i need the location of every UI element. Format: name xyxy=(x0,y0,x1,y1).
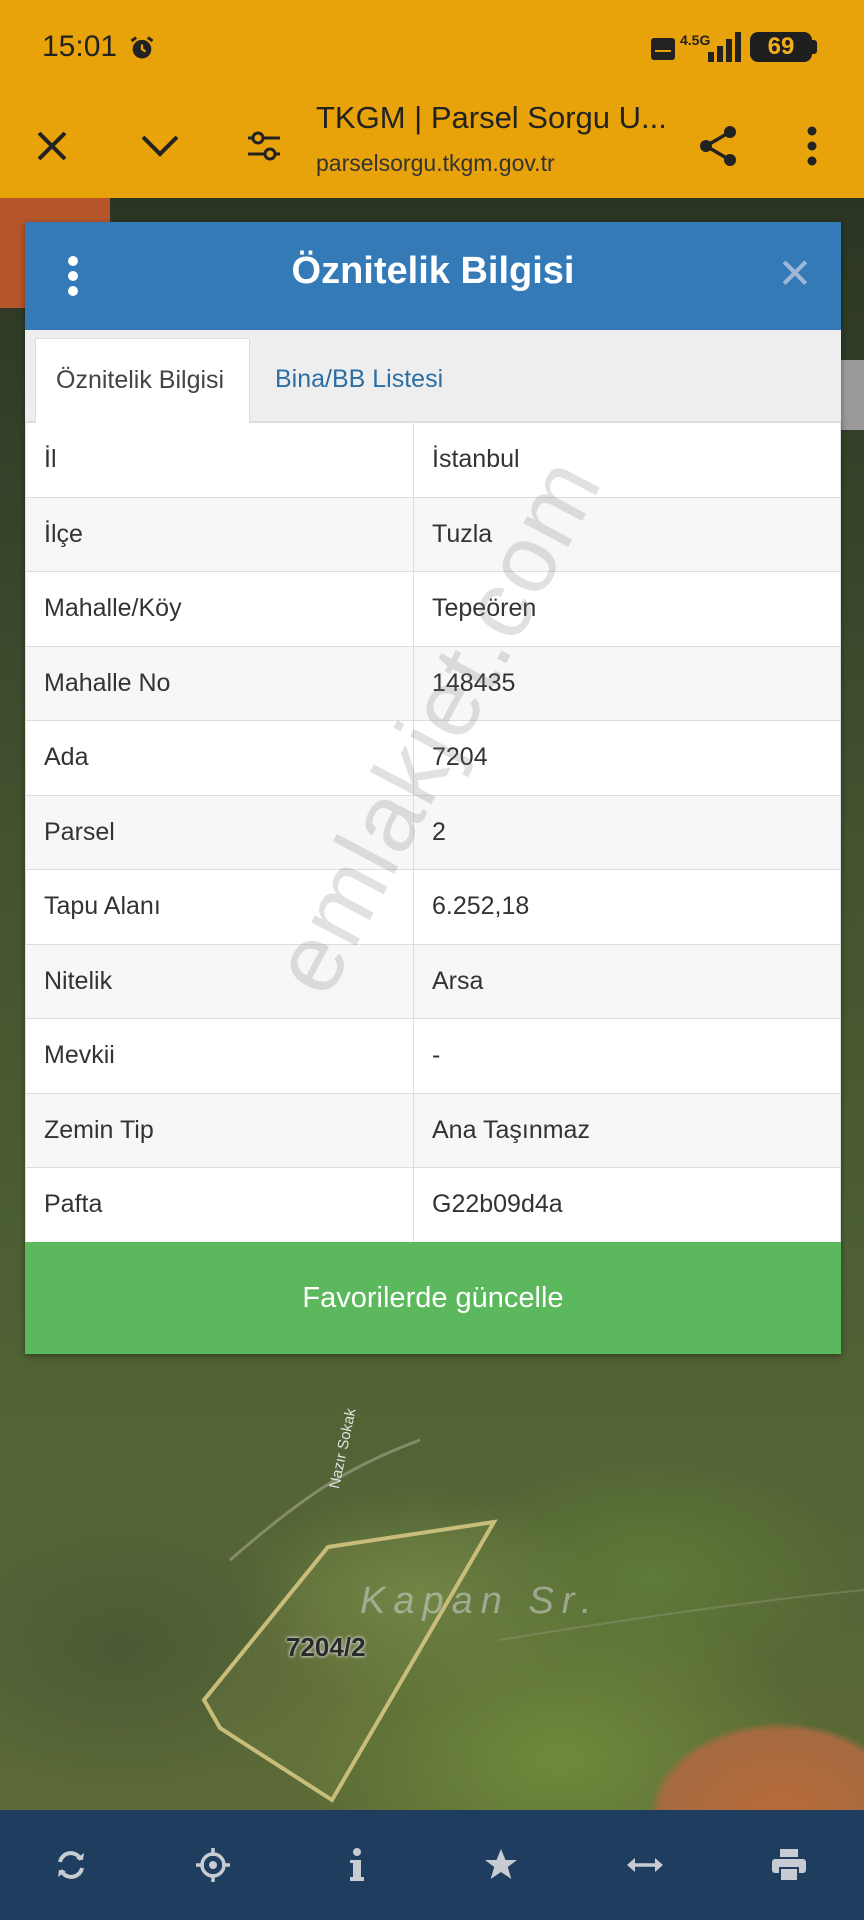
close-icon[interactable] xyxy=(24,118,80,174)
table-row: İlçe Tuzla xyxy=(25,496,841,572)
update-favorites-button[interactable]: Favorilerde güncelle xyxy=(25,1242,841,1354)
table-row: Ada 7204 xyxy=(25,720,841,796)
row-value: 6.252,18 xyxy=(413,869,841,945)
tab-building-list[interactable]: Bina/BB Listesi xyxy=(255,338,463,423)
row-value: 2 xyxy=(413,794,841,870)
row-key: Pafta xyxy=(25,1167,414,1243)
row-key: Parsel xyxy=(25,794,414,870)
alarm-icon xyxy=(130,36,154,59)
row-value: Tepeören xyxy=(413,571,841,647)
row-key: Tapu Alanı xyxy=(25,869,414,945)
row-key: Ada xyxy=(25,720,414,796)
map-area-label: Kapan Sr. xyxy=(360,1580,600,1622)
row-key: Nitelik xyxy=(25,943,414,1019)
tab-attributes[interactable]: Öznitelik Bilgisi xyxy=(35,338,250,423)
row-key: Mevkii xyxy=(25,1018,414,1094)
measure-icon[interactable] xyxy=(620,1840,670,1890)
row-key: Mahalle No xyxy=(25,645,414,721)
favorite-star-icon[interactable] xyxy=(476,1840,526,1890)
info-icon[interactable] xyxy=(332,1840,382,1890)
map-tile-area xyxy=(840,360,864,430)
table-row: Zemin Tip Ana Taşınmaz xyxy=(25,1092,841,1168)
dialog-close-icon[interactable]: ✕ xyxy=(773,252,817,296)
row-value: 7204 xyxy=(413,720,841,796)
row-key: İlçe xyxy=(25,496,414,572)
row-value: İstanbul xyxy=(413,422,841,498)
status-time: 15:01 xyxy=(42,30,118,63)
page-title[interactable]: TKGM | Parsel Sorgu U... xyxy=(316,100,667,136)
chevron-down-icon[interactable] xyxy=(132,118,188,174)
dialog-header: Öznitelik Bilgisi ✕ xyxy=(25,222,841,330)
url-bar: TKGM | Parsel Sorgu U... parselsorgu.tkg… xyxy=(0,96,864,198)
table-row: Parsel 2 xyxy=(25,794,841,870)
table-row: Tapu Alanı 6.252,18 xyxy=(25,869,841,945)
tune-icon[interactable] xyxy=(236,118,292,174)
battery-tip xyxy=(812,40,817,54)
bottom-toolbar xyxy=(0,1810,864,1920)
row-value: 148435 xyxy=(413,645,841,721)
row-value: Tuzla xyxy=(413,496,841,572)
signal-icon xyxy=(708,32,741,62)
volte-icon xyxy=(651,38,675,60)
print-icon[interactable] xyxy=(764,1840,814,1890)
table-row: Mevkii - xyxy=(25,1018,841,1094)
share-icon[interactable] xyxy=(690,118,746,174)
battery-icon: 69 xyxy=(750,32,812,62)
table-row: Pafta G22b09d4a xyxy=(25,1167,841,1243)
row-key: İl xyxy=(25,422,414,498)
status-bar: 15:01 4.5G 69 xyxy=(0,0,864,96)
row-value: G22b09d4a xyxy=(413,1167,841,1243)
row-value: Ana Taşınmaz xyxy=(413,1092,841,1168)
table-row: İl İstanbul xyxy=(25,422,841,498)
locate-icon[interactable] xyxy=(188,1840,238,1890)
row-key: Zemin Tip xyxy=(25,1092,414,1168)
row-value: Arsa xyxy=(413,943,841,1019)
page-url[interactable]: parselsorgu.tkgm.gov.tr xyxy=(316,150,555,177)
dialog-title: Öznitelik Bilgisi xyxy=(291,250,575,292)
table-row: Mahalle/Köy Tepeören xyxy=(25,571,841,647)
attribute-dialog: Öznitelik Bilgisi ✕ Öznitelik Bilgisi Bi… xyxy=(25,222,841,1354)
more-vert-icon[interactable] xyxy=(784,118,840,174)
table-row: Mahalle No 148435 xyxy=(25,645,841,721)
dialog-tabs: Öznitelik Bilgisi Bina/BB Listesi xyxy=(25,330,841,423)
attribute-table: İl İstanbul İlçe Tuzla Mahalle/Köy Tepeören… xyxy=(25,422,841,1243)
row-key: Mahalle/Köy xyxy=(25,571,414,647)
refresh-icon[interactable] xyxy=(46,1840,96,1890)
parcel-number-label[interactable]: 7204/2 xyxy=(286,1632,366,1663)
table-row: Nitelik Arsa xyxy=(25,943,841,1019)
browser-top-bar: 15:01 4.5G 69 TKGM | Parsel Sorgu U... p… xyxy=(0,0,864,198)
row-value: - xyxy=(413,1018,841,1094)
